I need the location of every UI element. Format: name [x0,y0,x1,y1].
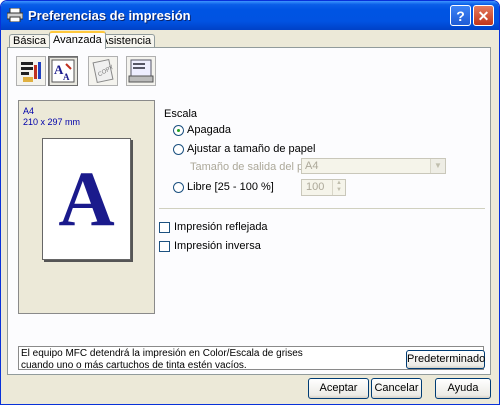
radio-libre-label: Libre [25 - 100 %] [187,181,274,193]
mirror-print-label: Impresión reflejada [174,221,268,233]
scaling-icon: A A [51,59,75,83]
print-quality-icon [21,62,41,82]
copy-button[interactable]: COPY [88,56,118,86]
radio-apagada[interactable] [173,125,184,136]
watermark-icon [128,59,154,83]
free-scale-spinner[interactable]: 100 ▲ ▼ [301,179,346,196]
spinner-arrows-icon: ▲ ▼ [332,180,345,195]
output-size-value: A4 [305,160,319,172]
preview-glyph: A [58,155,115,242]
radio-apagada-label: Apagada [187,124,232,136]
advanced-tab-panel: A A COPY A4 210 x 297 mm A Escala Apagad… [7,47,491,375]
cancel-button[interactable]: Cancelar [371,378,422,399]
print-quality-button[interactable] [16,56,46,86]
reverse-print-checkbox[interactable] [159,241,170,252]
close-button[interactable]: ✕ [473,5,494,26]
scaling-button[interactable]: A A [48,56,78,86]
radio-libre[interactable] [173,182,184,193]
free-scale-value: 100 [306,181,325,193]
print-preferences-dialog: Preferencias de impresión ? ✕ Básica Ava… [0,0,500,405]
default-button[interactable]: Predeterminado [406,350,485,369]
help-title-button[interactable]: ? [450,5,471,26]
paper-name: A4 [23,106,35,116]
copy-icon: COPY [92,58,115,84]
info-message: El equipo MFC detendrá la impresión en C… [21,348,303,371]
help-button[interactable]: Ayuda [435,378,491,399]
radio-ajustar-label: Ajustar a tamaño de papel [187,143,316,155]
radio-ajustar[interactable] [173,144,184,155]
watermark-button[interactable] [126,56,156,86]
printer-icon [7,8,23,22]
window-title: Preferencias de impresión [28,8,191,23]
reverse-print-label: Impresión inversa [174,240,261,252]
preview-page: A [42,138,131,260]
tab-avanzada[interactable]: Avanzada [49,31,106,49]
title-bar: Preferencias de impresión ? ✕ [1,1,499,30]
paper-dimensions: 210 x 297 mm [23,117,81,127]
mirror-print-checkbox[interactable] [159,222,170,233]
output-size-select[interactable]: A4 ▼ [301,158,446,174]
ok-button[interactable]: Aceptar [308,378,369,399]
tab-basica[interactable]: Básica [9,34,51,48]
paper-preview: A4 210 x 297 mm A [18,100,155,314]
chevron-down-icon: ▼ [430,159,445,173]
radio-selected-dot [177,129,180,132]
svg-text:A: A [63,72,70,82]
scaling-section-label: Escala [164,108,198,120]
section-divider [159,208,485,209]
